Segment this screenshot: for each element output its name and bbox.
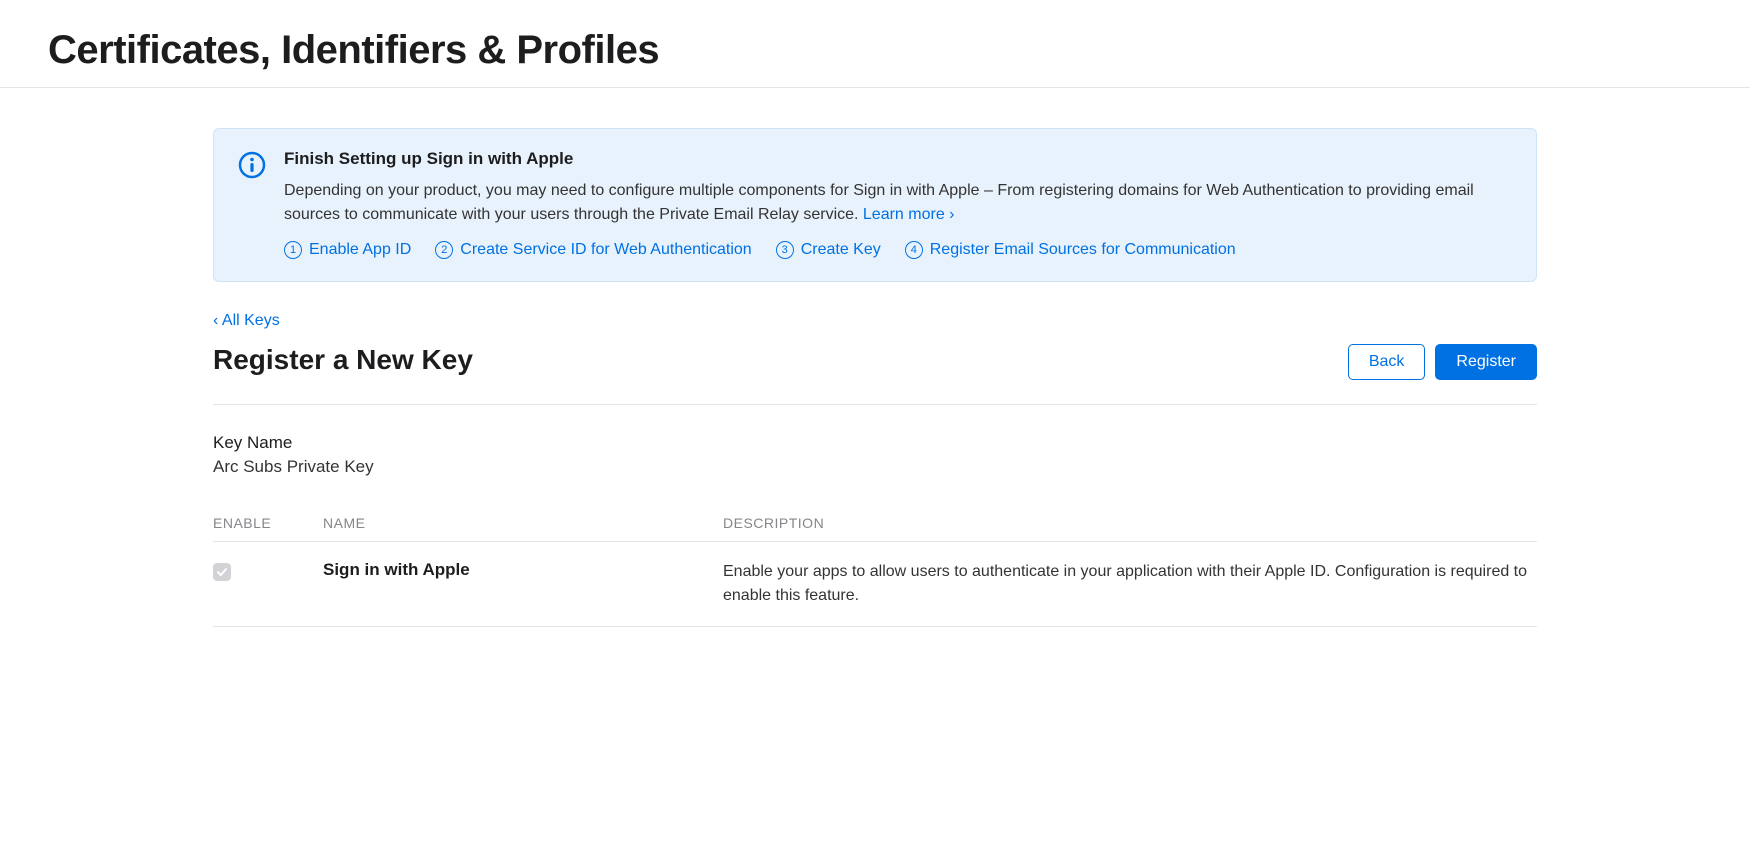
page-title: Certificates, Identifiers & Profiles	[48, 28, 1702, 73]
key-name-label: Key Name	[213, 433, 1537, 453]
all-keys-link[interactable]: ‹ All Keys	[213, 312, 280, 330]
step-number-icon: 1	[284, 241, 302, 259]
table-header-enable: ENABLE	[213, 515, 323, 531]
section-title: Register a New Key	[213, 344, 473, 376]
table-header-name: NAME	[323, 515, 723, 531]
step-enable-app-id[interactable]: 1 Enable App ID	[284, 241, 411, 259]
step-create-key[interactable]: 3 Create Key	[776, 241, 881, 259]
back-button[interactable]: Back	[1348, 344, 1426, 380]
table-row: Sign in with Apple Enable your apps to a…	[213, 542, 1537, 627]
service-name: Sign in with Apple	[323, 560, 723, 580]
learn-more-link[interactable]: Learn more ›	[863, 206, 955, 223]
step-register-email-sources[interactable]: 4 Register Email Sources for Communicati…	[905, 241, 1236, 259]
step-number-icon: 2	[435, 241, 453, 259]
services-table: ENABLE NAME DESCRIPTION Sign in with App…	[213, 505, 1537, 627]
info-banner: Finish Setting up Sign in with Apple Dep…	[213, 128, 1537, 282]
step-create-service-id[interactable]: 2 Create Service ID for Web Authenticati…	[435, 241, 751, 259]
step-number-icon: 3	[776, 241, 794, 259]
key-name-value: Arc Subs Private Key	[213, 457, 1537, 477]
info-banner-title: Finish Setting up Sign in with Apple	[284, 149, 1512, 169]
enable-checkbox[interactable]	[213, 563, 231, 581]
table-header-description: DESCRIPTION	[723, 515, 1537, 531]
register-button[interactable]: Register	[1435, 344, 1537, 380]
step-number-icon: 4	[905, 241, 923, 259]
service-description: Enable your apps to allow users to authe…	[723, 560, 1537, 608]
info-icon	[238, 151, 266, 179]
info-banner-description: Depending on your product, you may need …	[284, 179, 1512, 227]
